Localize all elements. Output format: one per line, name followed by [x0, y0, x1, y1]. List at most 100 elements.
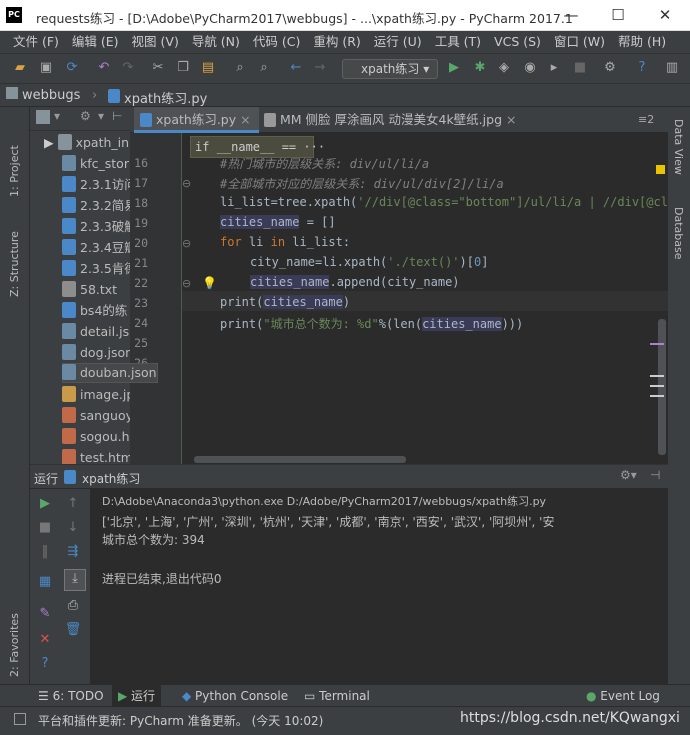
status-message[interactable]: 平台和插件更新: PyCharm 准备更新。 (今天 10:02) [38, 712, 323, 729]
profile-icon[interactable]: ◉ [522, 60, 538, 76]
tree-item[interactable]: dog.json [62, 342, 130, 363]
run-icon[interactable]: ▶ [446, 60, 462, 76]
tree-item[interactable]: 2.3.2简易 [62, 195, 130, 216]
close-icon[interactable]: × [240, 112, 250, 127]
favorites-tool-tab[interactable]: 2: Favorites [8, 587, 21, 677]
soft-wrap-icon[interactable]: ⇶ [64, 543, 82, 561]
warning-marker-icon[interactable] [656, 165, 665, 174]
menu-navigate[interactable]: 导航 (N) [192, 31, 240, 53]
tab-overflow[interactable]: ≡2 [638, 113, 654, 126]
concurrency-icon[interactable]: ▸ [546, 60, 562, 76]
tree-item[interactable]: 2.3.3破解 [62, 216, 130, 237]
print-icon[interactable]: ⎙ [64, 597, 82, 615]
undo-icon[interactable]: ↶ [96, 60, 112, 76]
close-icon[interactable]: ✕ [36, 631, 54, 649]
tab-image[interactable]: MM 侧脸 厚涂画风 动漫美女4k壁纸.jpg × [258, 107, 524, 133]
trash-icon[interactable]: 🗑 [64, 621, 82, 639]
tree-item[interactable]: sogou.h [62, 426, 130, 447]
chevron-down-icon[interactable]: ▾ [98, 109, 104, 123]
find-icon[interactable]: ⌕ [232, 60, 248, 76]
run-console[interactable]: D:\Adobe\Anaconda3\python.exe D:/Adobe/P… [90, 489, 668, 684]
tree-item[interactable]: 2.3.1访问 [62, 174, 130, 195]
forward-icon[interactable]: → [312, 60, 328, 76]
open-folder-icon[interactable]: ▰ [12, 60, 28, 76]
menu-edit[interactable]: 编辑 (E) [72, 31, 119, 53]
redo-icon[interactable]: ↷ [120, 60, 136, 76]
horizontal-scrollbar[interactable] [194, 456, 406, 463]
menu-code[interactable]: 代码 (C) [253, 31, 300, 53]
python-console-tool-tab[interactable]: ◆ Python Console [182, 685, 288, 707]
structure-tool-tab[interactable]: Z: Structure [8, 207, 21, 297]
chevron-down-icon[interactable]: ▾ [54, 109, 60, 123]
hide-panel-icon[interactable]: ⊣ [650, 468, 660, 482]
breadcrumb-project[interactable]: webbugs [22, 88, 80, 103]
run-config-select[interactable]: xpath练习 ▾ [342, 59, 438, 79]
sdk-icon[interactable]: ▥ [664, 60, 680, 76]
fold-icon[interactable]: ⊖ [182, 177, 191, 190]
fold-icon[interactable]: ⊖ [182, 237, 191, 250]
todo-tool-tab[interactable]: ☰ 6: TODO [38, 685, 104, 707]
code-editor[interactable]: 16 17 18 19 20 21 22 23 24 25 26 ⊖ ⊖ ⊖ 💡… [130, 133, 668, 464]
menu-help[interactable]: 帮助 (H) [618, 31, 666, 53]
menu-vcs[interactable]: VCS (S) [494, 31, 541, 53]
save-icon[interactable]: ▣ [38, 60, 54, 76]
tree-item[interactable]: douban.json [62, 363, 158, 383]
collapse-icon[interactable]: ⊢ [112, 109, 122, 123]
gear-icon[interactable]: ⚙▾ [620, 468, 637, 482]
gear-icon[interactable]: ⚙ [80, 109, 91, 123]
tree-item[interactable]: sanguoy [62, 405, 130, 426]
fold-icon[interactable]: ⊖ [182, 277, 191, 290]
terminal-tool-tab[interactable]: ▭ Terminal [304, 685, 370, 707]
menu-file[interactable]: 文件 (F) [13, 31, 59, 53]
coverage-icon[interactable]: ◈ [496, 60, 512, 76]
copy-icon[interactable]: ❐ [175, 60, 191, 76]
tree-item[interactable]: kfc_stor [62, 153, 130, 174]
pause-icon[interactable]: ‖ [36, 543, 54, 561]
breadcrumb-file[interactable]: xpath练习.py [124, 88, 207, 107]
rerun-icon[interactable]: ▶ [36, 495, 54, 513]
menu-refactor[interactable]: 重构 (R) [313, 31, 360, 53]
tree-item[interactable]: image.jp [62, 384, 130, 405]
toggle-tool-windows-icon[interactable] [14, 713, 26, 725]
menu-view[interactable]: 视图 (V) [132, 31, 179, 53]
debug-icon[interactable]: ✱ [472, 60, 488, 76]
tree-item[interactable]: 58.txt [62, 279, 130, 300]
replace-icon[interactable]: ⌕ [256, 60, 272, 76]
tree-item[interactable]: detail.js [62, 321, 130, 342]
data-view-tool-tab[interactable]: Data View [672, 119, 685, 175]
help-icon[interactable]: ? [634, 60, 650, 76]
breadcrumb-popup[interactable]: if __name__ == ··· [190, 136, 325, 158]
stop-icon[interactable]: ■ [572, 60, 588, 76]
menu-run[interactable]: 运行 (U) [374, 31, 422, 53]
stop-icon[interactable]: ■ [36, 519, 54, 537]
menu-tools[interactable]: 工具 (T) [435, 31, 481, 53]
up-arrow-icon[interactable]: ↑ [64, 495, 82, 513]
menu-window[interactable]: 窗口 (W) [554, 31, 605, 53]
help-icon[interactable]: ? [36, 655, 54, 673]
tree-item[interactable]: bs4的练 [62, 300, 130, 321]
project-tool-tab[interactable]: 1: Project [8, 117, 21, 197]
maximize-button[interactable]: ☐ [598, 4, 638, 26]
vertical-scrollbar[interactable] [658, 319, 666, 455]
tree-item[interactable]: ▶ xpath_in [44, 132, 130, 153]
event-log-tool-tab[interactable]: ● Event Log [586, 685, 660, 707]
tree-item[interactable]: 2.3.4豆瓣 [62, 237, 130, 258]
back-icon[interactable]: ← [288, 60, 304, 76]
minimize-button[interactable]: — [551, 4, 591, 26]
close-button[interactable]: ✕ [645, 4, 685, 26]
cut-icon[interactable]: ✂ [150, 60, 166, 76]
database-tool-tab[interactable]: Database [672, 207, 685, 260]
pin-icon[interactable]: ✎ [36, 605, 54, 623]
lightbulb-icon[interactable]: 💡 [202, 276, 217, 290]
down-arrow-icon[interactable]: ↓ [64, 519, 82, 537]
settings-icon[interactable]: ⚙ [602, 60, 618, 76]
close-icon[interactable]: × [506, 112, 516, 127]
project-view-icon[interactable] [36, 110, 50, 124]
scroll-to-end-icon[interactable]: ⤓ [64, 569, 86, 591]
sync-icon[interactable]: ⟳ [64, 60, 80, 76]
tab-xpath-py[interactable]: xpath练习.py × [134, 107, 259, 133]
tree-item[interactable]: 2.3.5肯德 [62, 258, 130, 279]
paste-icon[interactable]: ▤ [200, 60, 216, 76]
restore-layout-icon[interactable]: ▦ [36, 573, 54, 591]
run-tool-tab[interactable]: ▶ 运行 [112, 685, 162, 707]
